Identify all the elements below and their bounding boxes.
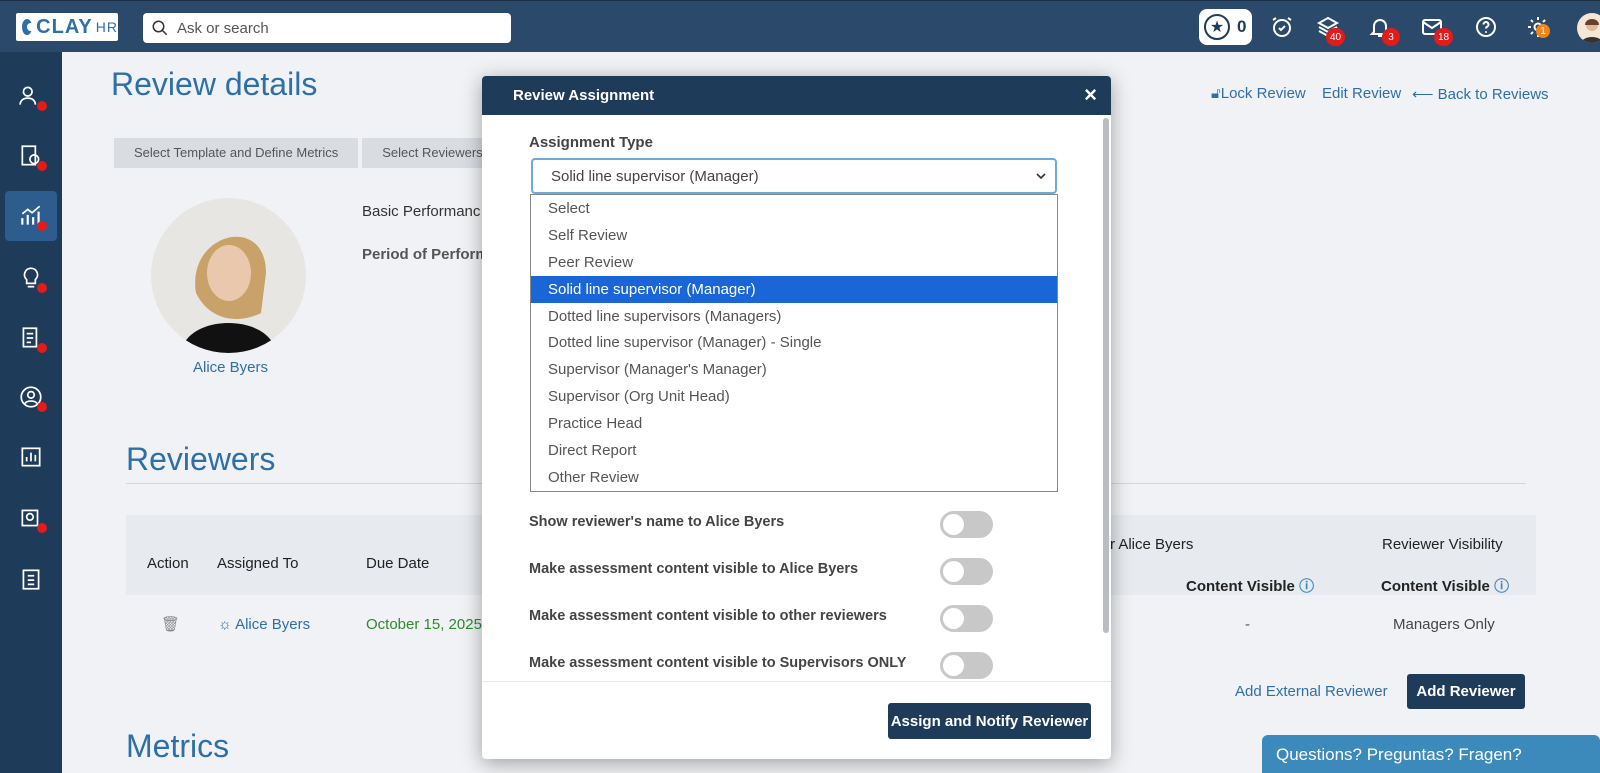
close-icon[interactable]: × xyxy=(1084,82,1097,108)
toggle-supervisors-only[interactable] xyxy=(940,652,993,679)
toggle-show-name[interactable] xyxy=(940,511,993,538)
option-managers-manager[interactable]: Supervisor (Manager's Manager) xyxy=(531,356,1057,383)
assignment-type-options: Select Self Review Peer Review Solid lin… xyxy=(530,194,1058,492)
option-direct-report[interactable]: Direct Report xyxy=(531,437,1057,464)
option-select[interactable]: Select xyxy=(531,195,1057,222)
option-peer-review[interactable]: Peer Review xyxy=(531,249,1057,276)
modal-header: Review Assignment × xyxy=(482,76,1111,115)
assignment-type-label: Assignment Type xyxy=(529,134,653,151)
modal-scrollbar[interactable] xyxy=(1103,118,1109,633)
option-org-unit-head[interactable]: Supervisor (Org Unit Head) xyxy=(531,383,1057,410)
option-solid-line-supervisor[interactable]: Solid line supervisor (Manager) xyxy=(531,275,1057,303)
toggle-label-show-name: Show reviewer's name to Alice Byers xyxy=(529,514,785,530)
assign-and-notify-button[interactable]: Assign and Notify Reviewer xyxy=(888,703,1091,739)
toggle-visible-employee[interactable] xyxy=(940,558,993,585)
chevron-down-icon xyxy=(1036,173,1046,180)
toggle-visible-reviewers[interactable] xyxy=(940,605,993,632)
modal-title: Review Assignment xyxy=(513,87,655,104)
toggle-label-visible-employee: Make assessment content visible to Alice… xyxy=(529,561,859,577)
modal-footer: Assign and Notify Reviewer xyxy=(482,681,1111,759)
option-dotted-line-supervisor-single[interactable]: Dotted line supervisor (Manager) - Singl… xyxy=(531,329,1057,356)
option-dotted-line-supervisors[interactable]: Dotted line supervisors (Managers) xyxy=(531,303,1057,330)
option-practice-head[interactable]: Practice Head xyxy=(531,410,1057,437)
review-assignment-modal: Review Assignment × Assignment Type Soli… xyxy=(482,76,1111,759)
option-self-review[interactable]: Self Review xyxy=(531,222,1057,249)
assignment-type-select[interactable]: Solid line supervisor (Manager) xyxy=(531,158,1057,194)
toggle-label-supervisors-only: Make assessment content visible to Super… xyxy=(529,655,907,671)
toggle-label-visible-reviewers: Make assessment content visible to other… xyxy=(529,608,887,624)
option-other-review[interactable]: Other Review xyxy=(531,464,1057,491)
